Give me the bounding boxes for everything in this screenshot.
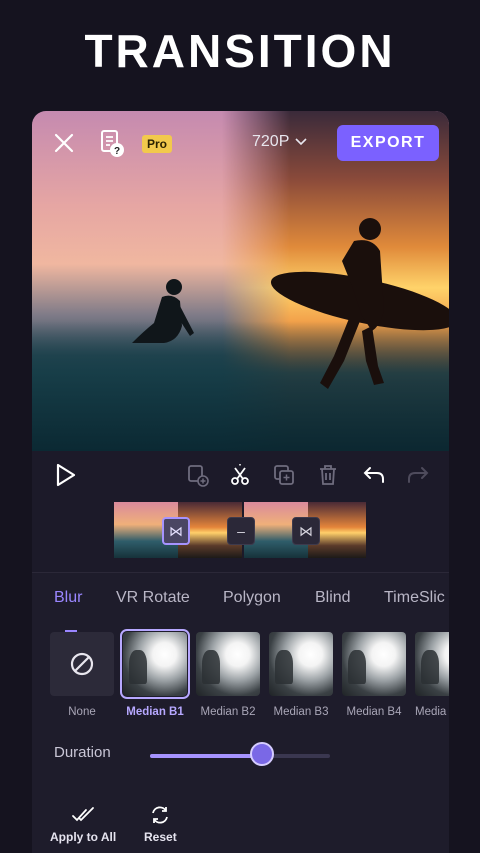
transition-presets: None Median B1 Median B2 Median B3 Media… <box>50 629 449 742</box>
transition-tabs: Blur VR Rotate Polygon Blind TimeSlic <box>32 589 449 632</box>
duration-slider-fill <box>150 754 262 758</box>
export-button[interactable]: EXPORT <box>337 125 439 161</box>
add-clip-button[interactable] <box>186 463 210 487</box>
tab-blind[interactable]: Blind <box>315 589 351 607</box>
tab-vr-rotate[interactable]: VR Rotate <box>116 589 190 607</box>
tab-polygon[interactable]: Polygon <box>223 589 281 607</box>
play-icon <box>56 463 76 487</box>
preset-label: Media <box>415 706 447 718</box>
preset-median-b4[interactable]: Median B4 <box>342 632 406 718</box>
edit-controls <box>32 451 449 501</box>
add-clip-icon <box>188 465 209 487</box>
split-button[interactable] <box>228 463 252 487</box>
preset-thumbnail <box>342 632 406 696</box>
apply-to-all-button[interactable]: Apply to All <box>50 806 116 844</box>
clip-timeline[interactable]: ⋈ – ⋈ <box>114 502 366 558</box>
top-toolbar: ? Pro 720P EXPORT <box>32 111 449 175</box>
apply-to-all-label: Apply to All <box>50 830 117 844</box>
reset-label: Reset <box>144 830 177 844</box>
duration-slider[interactable] <box>150 742 330 766</box>
duration-slider-handle[interactable] <box>249 742 274 766</box>
video-preview: ? Pro 720P EXPORT <box>32 111 449 451</box>
undo-button[interactable] <box>362 463 386 487</box>
tab-blur[interactable]: Blur <box>54 589 82 607</box>
preset-label: Median B3 <box>273 706 329 718</box>
preset-median-b5[interactable]: Media <box>415 632 449 718</box>
play-button[interactable] <box>52 462 78 488</box>
preset-thumbnail <box>415 632 449 696</box>
tab-timeslice[interactable]: TimeSlic <box>384 589 445 607</box>
duration-label: Duration <box>54 744 111 761</box>
svg-text:?: ? <box>114 146 120 157</box>
reset-icon <box>152 806 169 824</box>
resolution-value: 720P <box>252 133 290 150</box>
resolution-select[interactable]: 720P <box>252 133 307 151</box>
bottom-actions: Apply to All Reset <box>32 798 449 853</box>
preset-none[interactable]: None <box>50 632 114 718</box>
double-check-icon <box>72 807 95 822</box>
preset-median-b2[interactable]: Median B2 <box>196 632 260 718</box>
preset-median-b3[interactable]: Median B3 <box>269 632 333 718</box>
none-icon <box>70 652 94 676</box>
help-button[interactable]: ? <box>98 129 126 159</box>
duplicate-button[interactable] <box>272 463 296 487</box>
preset-label: Median B2 <box>200 706 256 718</box>
close-icon <box>54 133 74 153</box>
redo-button[interactable] <box>406 463 430 487</box>
transition-marker[interactable]: ⋈ <box>292 517 320 545</box>
help-document-icon: ? <box>101 130 124 157</box>
preset-thumbnail <box>120 629 190 699</box>
reset-button[interactable]: Reset <box>144 806 177 844</box>
split-scissors-icon <box>231 464 249 485</box>
pro-badge[interactable]: Pro <box>142 135 173 153</box>
editor-screen: ? Pro 720P EXPORT ⋈ – ⋈ Blur VR Rotate P… <box>32 111 449 853</box>
transition-panel: Blur VR Rotate Polygon Blind TimeSlic No… <box>32 572 449 853</box>
transition-marker[interactable]: ⋈ <box>162 517 190 545</box>
preset-label: None <box>68 706 96 718</box>
preset-median-b1[interactable]: Median B1 <box>120 629 190 718</box>
transition-marker[interactable]: – <box>227 517 255 545</box>
preset-label: Median B4 <box>346 706 402 718</box>
duplicate-icon <box>274 465 294 485</box>
page-headline: TRANSITION <box>84 25 396 77</box>
preset-thumbnail <box>50 632 114 696</box>
undo-icon <box>363 467 384 483</box>
preset-thumbnail <box>269 632 333 696</box>
redo-icon <box>408 467 429 483</box>
preset-label: Median B1 <box>126 706 184 718</box>
chevron-down-icon <box>295 138 307 146</box>
delete-button[interactable] <box>316 463 340 487</box>
close-button[interactable] <box>50 129 78 157</box>
delete-icon <box>320 465 336 485</box>
preset-thumbnail <box>196 632 260 696</box>
